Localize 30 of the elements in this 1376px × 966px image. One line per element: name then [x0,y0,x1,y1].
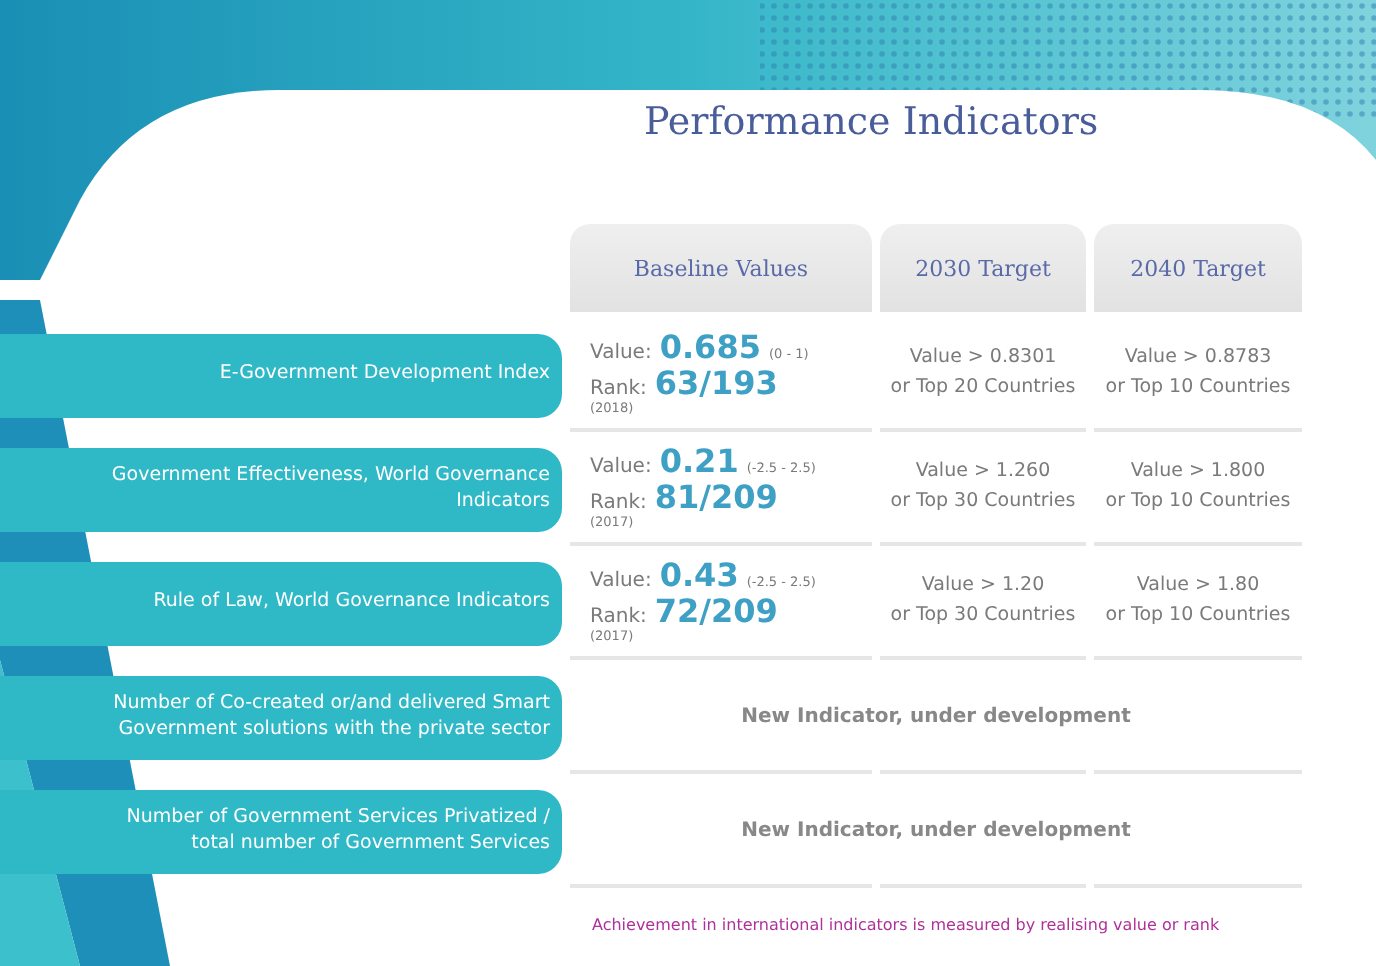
baseline-rank: 72/209 [654,593,778,630]
target-cell: Value > 0.8301 or Top 20 Countries [880,318,1086,432]
baseline-rank: 81/209 [654,479,778,516]
indicator-label: E-Government Development Index [0,333,562,417]
indicator-label: Government Effectiveness, World Governance Indicators [0,447,562,531]
value-label: Value: [590,570,652,593]
rank-label: Rank: [590,377,647,400]
footnote: Achievement in international indicators is measured by realising value or rank [592,916,1222,934]
development-note: New Indicator, under development [741,706,1131,728]
target-cell: Value > 1.20 or Top 30 Countries [880,546,1086,660]
target-cell: Value > 1.80 or Top 10 Countries [1094,546,1302,660]
target-cell: Value > 1.800 or Top 10 Countries [1094,432,1302,546]
development-note: New Indicator, under development [741,820,1131,842]
column-header: 2040 Target [1094,224,1302,318]
column-header: 2030 Target [880,224,1086,318]
target-cell: Value > 0.8783 or Top 10 Countries [1094,318,1302,432]
indicator-label: Rule of Law, World Governance Indicators [0,561,562,645]
page-title: Performance Indicators [644,98,1101,148]
target-cell: Value > 1.260 or Top 30 Countries [880,432,1086,546]
rank-label: Rank: [590,491,647,514]
baseline-value: 0.21 [659,444,739,480]
indicator-label: Number of Co-created or/and delivered Smart Government solutions with the private sector [0,675,562,759]
baseline-rank: 63/193 [654,365,778,402]
rank-label: Rank: [590,605,647,628]
indicator-label: Number of Government Services Privatized / total number of Government Services [0,789,562,873]
baseline-value: 0.43 [659,558,739,594]
column-header: Baseline Values [570,224,872,318]
value-label: Value: [590,456,652,479]
baseline-value: 0.685 [659,330,761,366]
value-label: Value: [590,342,652,365]
